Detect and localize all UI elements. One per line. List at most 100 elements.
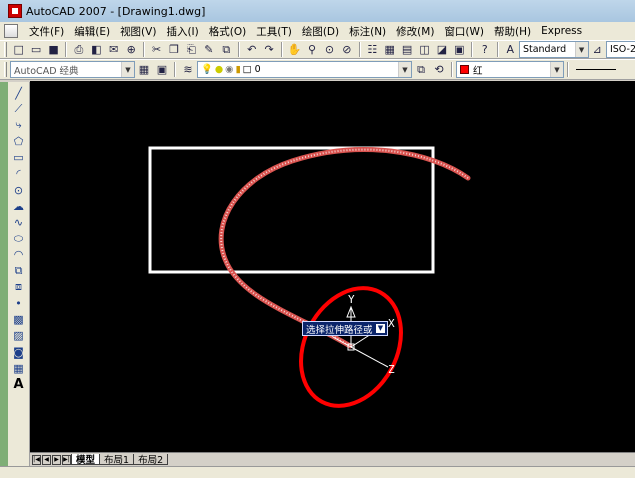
cut-icon[interactable]: ✂ (149, 42, 164, 58)
gradient-icon[interactable]: ▨ (10, 328, 28, 344)
layer-freeze-icon: ● (214, 64, 224, 75)
menu-modify[interactable]: 修改(M) (391, 24, 439, 39)
menu-dimension[interactable]: 标注(N) (344, 24, 391, 39)
redo-icon[interactable]: ↷ (261, 42, 276, 58)
pan-icon[interactable]: ✋ (287, 42, 302, 58)
ellipse-arc-icon[interactable]: ◠ (10, 247, 28, 263)
zoom-realtime-icon[interactable]: ⚲ (304, 42, 319, 58)
print-icon[interactable]: ⎙ (71, 42, 86, 58)
polygon-icon[interactable]: ⬠ (10, 134, 28, 150)
zoom-previous-icon[interactable]: ⊘ (339, 42, 354, 58)
multiline-text-icon[interactable]: A (10, 376, 28, 392)
rectangle-entity[interactable] (148, 146, 435, 274)
chevron-down-icon[interactable]: ▼ (550, 62, 563, 77)
spline-path-entity[interactable] (218, 147, 471, 349)
layer-dropdown[interactable]: 💡 ● ◉ ▮ □ 0 ▼ (197, 61, 412, 78)
menu-insert[interactable]: 插入(I) (161, 24, 203, 39)
menu-edit[interactable]: 编辑(E) (69, 24, 115, 39)
menu-draw[interactable]: 绘图(D) (297, 24, 344, 39)
autocad-app-icon[interactable] (8, 4, 22, 18)
workspace-dropdown[interactable]: AutoCAD 经典 ▼ (10, 61, 135, 78)
paste-icon[interactable]: ⎗ (184, 42, 199, 58)
open-icon[interactable]: ▭ (28, 42, 43, 58)
undo-icon[interactable]: ↶ (244, 42, 259, 58)
new-icon[interactable]: □ (11, 42, 26, 58)
preview-icon[interactable]: ◧ (89, 42, 104, 58)
next-tab-icon[interactable]: ▶ (52, 454, 61, 465)
text-style-dropdown[interactable]: Standard ▼ (518, 41, 589, 58)
match-properties-icon[interactable]: ✎ (201, 42, 216, 58)
tab-layout1[interactable]: 布局1 (99, 454, 135, 466)
drawing-canvas[interactable]: Y X Z (30, 81, 635, 452)
menu-tools[interactable]: 工具(T) (251, 24, 297, 39)
chevron-down-icon[interactable]: ▼ (376, 324, 385, 333)
help-icon[interactable]: ? (477, 42, 492, 58)
polyline-icon[interactable]: ⤷ (10, 117, 28, 133)
menu-format[interactable]: 格式(O) (204, 24, 251, 39)
text-style-icon[interactable]: A (503, 42, 518, 58)
color-swatch (460, 65, 469, 74)
dim-style-icon[interactable]: ⊿ (590, 42, 605, 58)
properties-icon[interactable]: ☷ (365, 42, 380, 58)
arc-icon[interactable]: ◜ (10, 166, 28, 182)
point-icon[interactable]: • (10, 295, 28, 311)
toolbar-grip[interactable] (4, 42, 7, 57)
linetype-sample[interactable] (576, 69, 616, 70)
construction-line-icon[interactable]: ⟋ (10, 101, 28, 117)
hatch-icon[interactable]: ▩ (10, 312, 28, 328)
ellipse-icon[interactable]: ⬭ (10, 231, 28, 247)
first-tab-icon[interactable]: |◀ (32, 454, 41, 465)
markup-icon[interactable]: ◪ (434, 42, 449, 58)
toolbar-separator (471, 42, 474, 57)
toolbar-separator (280, 42, 283, 57)
toolbar-separator (496, 42, 499, 57)
workspace-save-icon[interactable]: ▣ (154, 62, 170, 78)
sheet-set-icon[interactable]: ◫ (417, 42, 432, 58)
toolbar-grip[interactable] (4, 62, 7, 77)
design-center-icon[interactable]: ▦ (382, 42, 397, 58)
make-block-icon[interactable]: ⧈ (10, 279, 28, 295)
color-value: 红 (473, 65, 483, 77)
prev-tab-icon[interactable]: ◀ (42, 454, 51, 465)
publish-icon[interactable]: ✉ (106, 42, 121, 58)
line-icon[interactable]: ╱ (10, 85, 28, 101)
circle-icon[interactable]: ⊙ (10, 182, 28, 198)
document-icon[interactable] (4, 24, 18, 38)
chevron-down-icon[interactable]: ▼ (398, 62, 411, 77)
rectangle-icon[interactable]: ▭ (10, 150, 28, 166)
workspace-value: AutoCAD 经典 (14, 65, 79, 77)
table-icon[interactable]: ▦ (10, 360, 28, 376)
block-editor-icon[interactable]: ⧉ (219, 42, 234, 58)
spline-icon[interactable]: ∿ (10, 215, 28, 231)
chevron-down-icon[interactable]: ▼ (121, 62, 134, 77)
menu-window[interactable]: 窗口(W) (439, 24, 489, 39)
revision-cloud-icon[interactable]: ☁ (10, 198, 28, 214)
menu-file[interactable]: 文件(F) (24, 24, 69, 39)
workspace-settings-icon[interactable]: ▦ (136, 62, 152, 78)
tab-layout2[interactable]: 布局2 (133, 454, 169, 466)
insert-block-icon[interactable]: ⧉ (10, 263, 28, 279)
layout-tab-bar: |◀ ◀ ▶ ▶| 模型 布局1 布局2 (30, 452, 635, 466)
menu-express[interactable]: Express (536, 25, 587, 37)
tab-model[interactable]: 模型 (71, 454, 101, 466)
layer-manager-icon[interactable]: ≋ (180, 62, 196, 78)
window-title: AutoCAD 2007 - [Drawing1.dwg] (26, 4, 206, 18)
plot-icon[interactable]: ⊕ (124, 42, 139, 58)
layer-vp-freeze-icon: ◉ (225, 64, 234, 75)
toolbar-separator (238, 42, 241, 57)
chevron-down-icon[interactable]: ▼ (574, 42, 588, 57)
menu-view[interactable]: 视图(V) (115, 24, 161, 39)
zoom-window-icon[interactable]: ⊙ (322, 42, 337, 58)
layer-previous-icon[interactable]: ⟲ (431, 62, 447, 78)
save-icon[interactable]: ■ (46, 42, 61, 58)
calculator-icon[interactable]: ▣ (452, 42, 467, 58)
color-dropdown[interactable]: 红 ▼ (456, 61, 564, 78)
dim-style-dropdown[interactable]: ISO-2 (605, 41, 635, 58)
menu-help[interactable]: 帮助(H) (489, 24, 536, 39)
last-tab-icon[interactable]: ▶| (62, 454, 71, 465)
make-current-layer-icon[interactable]: ⧉ (413, 62, 429, 78)
tool-palettes-icon[interactable]: ▤ (399, 42, 414, 58)
copy-icon[interactable]: ❐ (166, 42, 181, 58)
region-icon[interactable]: ◙ (10, 344, 28, 360)
layer-value: 0 (254, 64, 261, 75)
